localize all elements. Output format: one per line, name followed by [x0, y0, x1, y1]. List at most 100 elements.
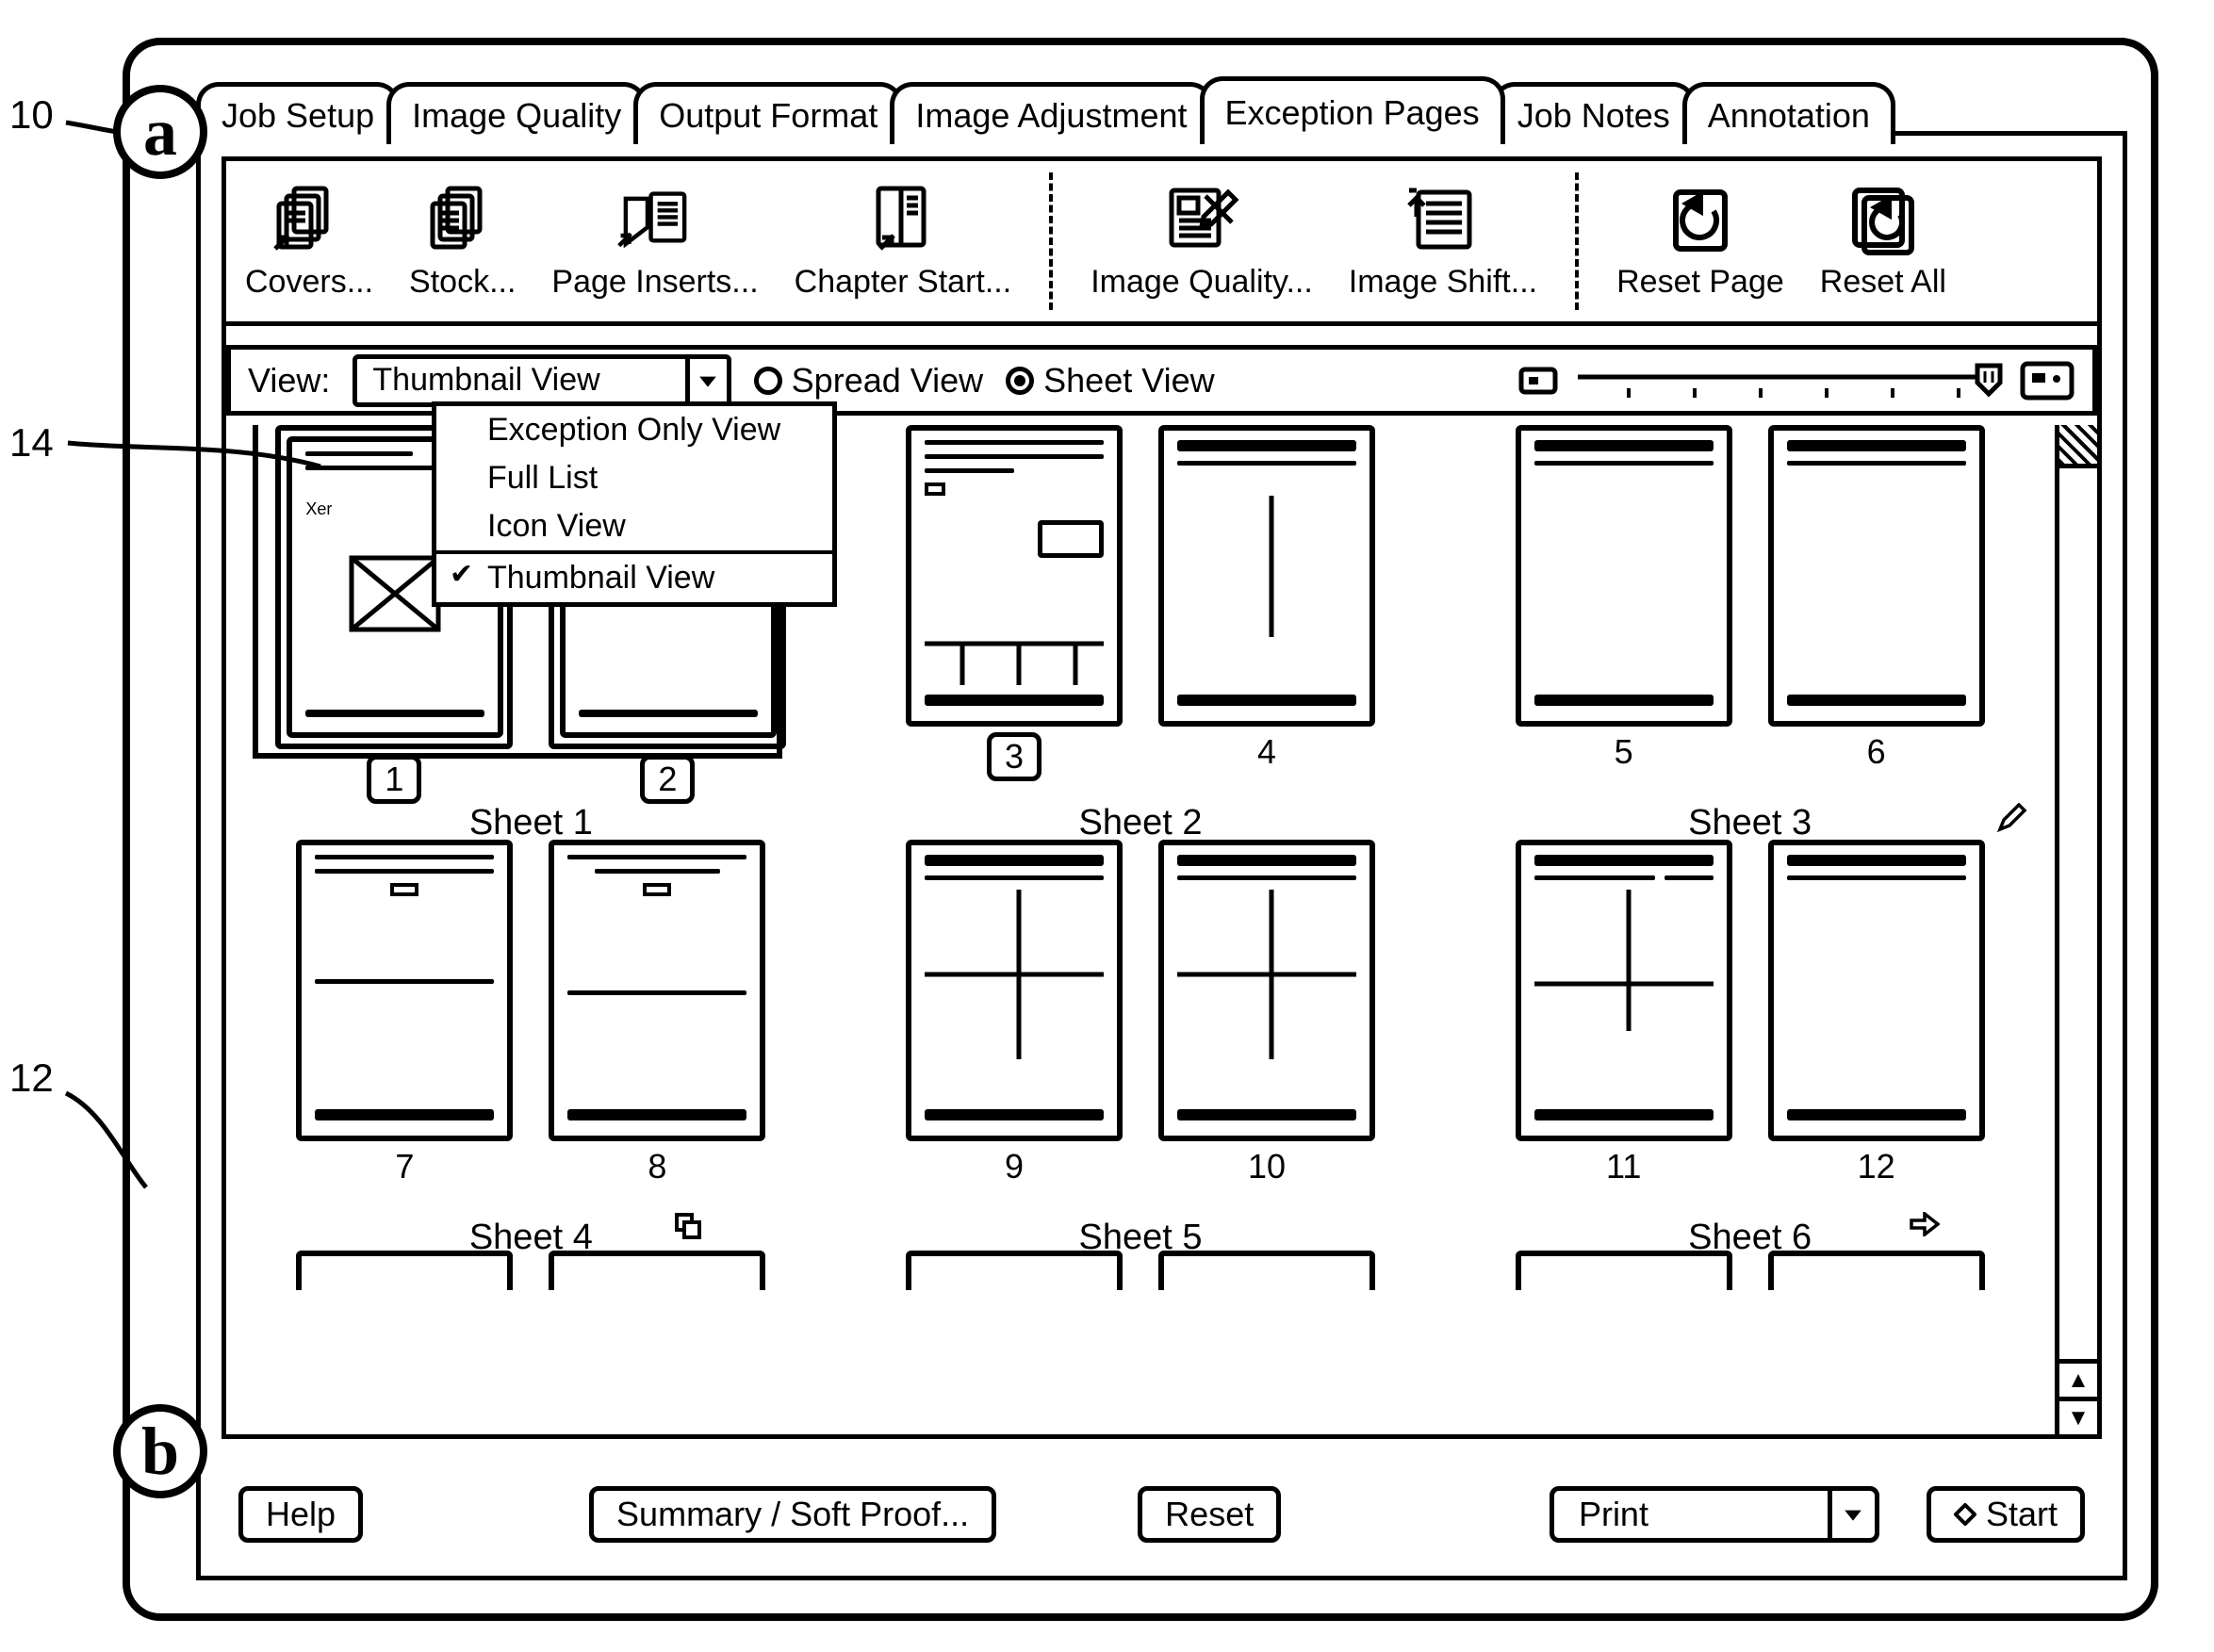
page-thumbnail[interactable]: 4	[1158, 425, 1375, 840]
page-thumbnail[interactable]: 11	[1516, 840, 1732, 1254]
sheet-label: Sheet 3	[1688, 803, 1812, 843]
sheet-label: Sheet 6	[1688, 1218, 1812, 1258]
tab-job-setup[interactable]: Job Setup	[196, 82, 400, 144]
help-button[interactable]: Help	[238, 1486, 363, 1543]
dropdown-item-full-list[interactable]: Full List	[436, 454, 832, 502]
split-icon	[925, 890, 1104, 1059]
split-icon	[1534, 890, 1714, 1031]
page-inserts-button[interactable]: Page Inserts...	[551, 183, 758, 301]
page-thumbnail[interactable]: 3	[906, 425, 1123, 840]
chapter-start-icon	[865, 183, 941, 258]
covers-label: Covers...	[245, 264, 373, 301]
tab-output-format[interactable]: Output Format	[633, 82, 903, 144]
image-quality-button[interactable]: Image Quality...	[1091, 183, 1313, 301]
page-thumbnail[interactable]: 5	[1516, 425, 1732, 840]
tab-bar: Job Setup Image Quality Output Format Im…	[196, 69, 2127, 144]
page-thumbnail[interactable]: 10	[1158, 840, 1375, 1254]
sheet-group: 9 10 Sheet 5	[836, 840, 1446, 1254]
page-number: 11	[1606, 1147, 1641, 1186]
chapter-start-label: Chapter Start...	[795, 264, 1012, 301]
tab-image-quality[interactable]: Image Quality	[386, 82, 647, 144]
toolbar: Covers... Stock... Page Inserts... Chapt…	[226, 161, 2097, 326]
dropdown-item-icon-view[interactable]: Icon View	[436, 502, 832, 550]
copy-icon	[674, 1212, 702, 1245]
stock-button[interactable]: Stock...	[409, 183, 516, 301]
tab-exception-pages[interactable]: Exception Pages	[1200, 76, 1505, 144]
reset-page-label: Reset Page	[1616, 264, 1784, 301]
spread-view-label: Spread View	[792, 361, 983, 401]
page-thumbnail[interactable]: 7	[296, 840, 513, 1254]
start-button[interactable]: Start	[1927, 1486, 2085, 1543]
edit-icon	[1996, 803, 2028, 840]
sheet-view-label: Sheet View	[1043, 361, 1214, 401]
reset-button[interactable]: Reset	[1138, 1486, 1281, 1543]
page-thumbnail[interactable]: 9	[906, 840, 1123, 1254]
sheet-group: 11 12 Sheet 6	[1445, 840, 2055, 1254]
stock-label: Stock...	[409, 264, 516, 301]
print-label: Print	[1554, 1491, 1828, 1538]
summary-button[interactable]: Summary / Soft Proof...	[589, 1486, 996, 1543]
page-thumbnail[interactable]: 6	[1768, 425, 1985, 840]
reset-page-button[interactable]: Reset Page	[1616, 183, 1784, 301]
reset-all-label: Reset All	[1820, 264, 1946, 301]
chevron-down-icon	[1828, 1491, 1875, 1538]
bottom-bar: Help Summary / Soft Proof... Reset Print…	[238, 1481, 2085, 1547]
chevron-down-icon	[685, 359, 727, 402]
reset-all-button[interactable]: Reset All	[1820, 183, 1946, 301]
radio-checked-icon	[1006, 367, 1034, 395]
covers-button[interactable]: Covers...	[245, 183, 373, 301]
page-number: 12	[1858, 1147, 1895, 1186]
scroll-down-button[interactable]: ▼	[2059, 1397, 2097, 1434]
radio-unchecked-icon	[754, 367, 782, 395]
chapter-start-button[interactable]: Chapter Start...	[795, 183, 1012, 301]
sheet-label: Sheet 2	[1079, 803, 1203, 843]
toolbar-separator	[1575, 172, 1579, 310]
view-select[interactable]: Thumbnail View	[353, 354, 730, 407]
split-icon	[1177, 890, 1356, 1059]
dropdown-item-exception-only[interactable]: Exception Only View	[436, 406, 832, 454]
callout-badge-b: b	[113, 1404, 207, 1498]
image-shift-icon	[1405, 183, 1481, 258]
page-inserts-icon	[617, 183, 693, 258]
print-dropdown[interactable]: Print	[1550, 1486, 1879, 1543]
vertical-scrollbar[interactable]: ▲ ▼	[2055, 425, 2097, 1434]
page-thumbnail[interactable]: 8	[549, 840, 765, 1254]
page-number: 10	[1248, 1147, 1286, 1186]
tab-image-adjustment[interactable]: Image Adjustment	[890, 82, 1212, 144]
page-thumbnail[interactable]: 12	[1768, 840, 1985, 1254]
page-number: 3	[987, 732, 1041, 781]
image-shift-button[interactable]: Image Shift...	[1349, 183, 1537, 301]
diamond-icon	[1954, 1503, 1976, 1526]
reset-page-icon	[1663, 183, 1738, 258]
page-number: 9	[1005, 1147, 1024, 1186]
zoom-small-icon	[1517, 364, 1559, 398]
split-icon	[1177, 496, 1356, 637]
covers-icon	[271, 183, 347, 258]
zoom-large-icon	[2019, 360, 2075, 401]
image-quality-label: Image Quality...	[1091, 264, 1313, 301]
tab-annotation[interactable]: Annotation	[1682, 82, 1895, 144]
tab-job-notes[interactable]: Job Notes	[1492, 82, 1696, 144]
sheet-view-radio[interactable]: Sheet View	[1006, 361, 1214, 401]
spread-view-radio[interactable]: Spread View	[754, 361, 983, 401]
sheet-group: 3 4	[836, 425, 1446, 840]
application-window: Job Setup Image Quality Output Format Im…	[123, 38, 2158, 1621]
page-number: 7	[395, 1147, 414, 1186]
zoom-slider[interactable]	[1517, 360, 2075, 401]
start-label: Start	[1986, 1495, 2058, 1534]
image-placeholder-icon	[348, 554, 442, 639]
callout-ref-12: 12	[9, 1055, 54, 1101]
callout-ref-14: 14	[9, 420, 54, 466]
scroll-thumb[interactable]	[2059, 425, 2097, 468]
page-number: 4	[1257, 732, 1276, 772]
sheet-group: 7 8 Sheet 4	[226, 840, 836, 1254]
content-panel: Covers... Stock... Page Inserts... Chapt…	[221, 156, 2102, 1439]
callout-ref-10: 10	[9, 92, 54, 138]
dropdown-item-thumbnail-view[interactable]: Thumbnail View	[436, 554, 832, 602]
sheet-label: Sheet 4	[469, 1218, 593, 1258]
callout-badge-a: a	[113, 85, 207, 179]
toolbar-separator	[1049, 172, 1053, 310]
zoom-track-icon	[1572, 362, 2006, 400]
sheet-row: 7 8 Sheet 4	[226, 840, 2055, 1254]
scroll-up-button[interactable]: ▲	[2059, 1359, 2097, 1397]
